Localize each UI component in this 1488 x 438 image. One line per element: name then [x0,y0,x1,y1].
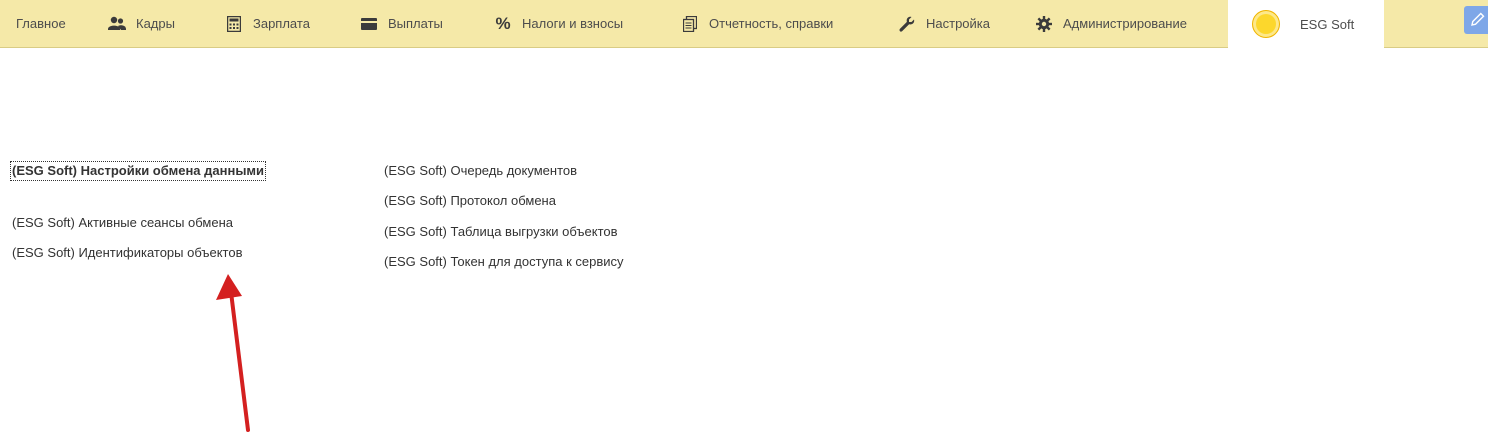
section-esg-soft[interactable]: ESG Soft [1228,0,1384,48]
section-esg-soft-label: ESG Soft [1300,16,1355,32]
link-objects-upload-table[interactable]: (ESG Soft) Таблица выгрузки объектов [384,224,618,240]
link-exchange-settings[interactable]: (ESG Soft) Настройки обмена данными [9,161,267,181]
section-salary[interactable]: Зарплата [225,0,310,47]
section-salary-label: Зарплата [253,16,310,31]
section-main[interactable]: Главное [16,0,66,47]
percent-icon: % [495,13,511,33]
section-main-label: Главное [16,16,66,31]
documents-icon [681,15,699,33]
section-reports[interactable]: Отчетность, справки [681,0,833,47]
section-reports-label: Отчетность, справки [709,16,834,31]
users-icon [108,15,126,33]
section-settings[interactable]: Настройка [898,0,990,47]
sections-panel: Главное Кадры Зарплата Выплаты % Налоги … [0,0,1488,48]
link-service-access-token[interactable]: (ESG Soft) Токен для доступа к сервису [384,254,624,270]
section-staff-label: Кадры [136,16,175,31]
wrench-icon [898,15,916,33]
sun-icon [1252,10,1280,38]
link-document-queue[interactable]: (ESG Soft) Очередь документов [384,163,577,179]
section-settings-label: Настройка [926,16,990,31]
gear-icon [1035,15,1053,33]
section-administration-label: Администрирование [1063,16,1187,31]
section-payments-label: Выплаты [388,16,443,31]
annotation-arrow-icon [216,274,250,432]
link-exchange-log[interactable]: (ESG Soft) Протокол обмена [384,193,556,209]
link-object-identifiers[interactable]: (ESG Soft) Идентификаторы объектов [12,245,243,261]
section-staff[interactable]: Кадры [108,0,175,47]
link-active-exchange-sessions[interactable]: (ESG Soft) Активные сеансы обмена [12,215,233,231]
calculator-icon [225,15,243,33]
edit-panel-button[interactable] [1464,6,1488,34]
section-payments[interactable]: Выплаты [360,0,443,47]
section-taxes[interactable]: % Налоги и взносы [494,0,623,47]
section-administration[interactable]: Администрирование [1035,0,1187,47]
wallet-icon [360,15,378,33]
section-taxes-label: Налоги и взносы [522,16,624,31]
pencil-icon [1471,12,1485,29]
